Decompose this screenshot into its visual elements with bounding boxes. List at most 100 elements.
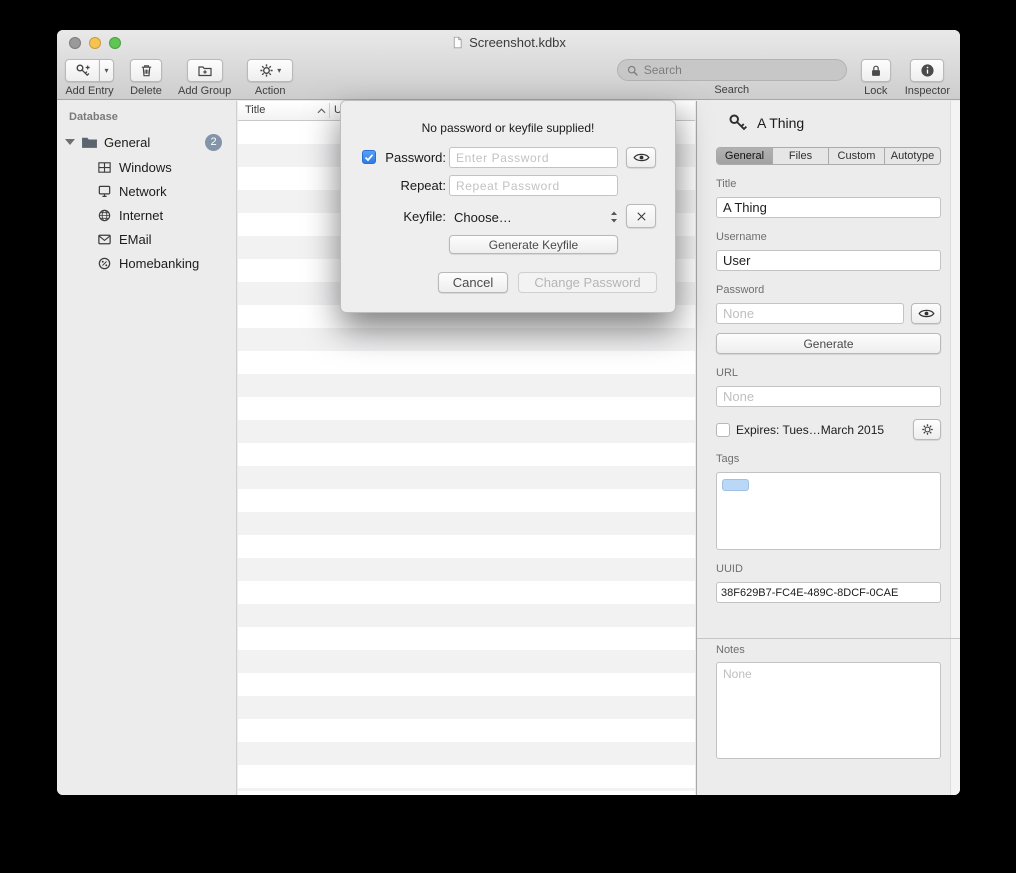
repeat-password-input[interactable] xyxy=(449,175,618,196)
uuid-label: UUID xyxy=(716,563,941,575)
window-title: Screenshot.kdbx xyxy=(57,35,960,50)
clear-keyfile-button[interactable] xyxy=(626,204,656,228)
inspector-label: Inspector xyxy=(905,85,950,97)
url-field-label: URL xyxy=(716,367,941,379)
username-field[interactable] xyxy=(716,250,941,271)
sidebar-item-email[interactable]: EMail xyxy=(57,227,236,251)
keyfile-popup[interactable]: Choose… xyxy=(449,206,618,228)
tags-label: Tags xyxy=(716,453,941,465)
expires-settings-button[interactable] xyxy=(913,419,941,440)
search-toolbar-item: Search xyxy=(617,59,847,97)
uuid-field[interactable] xyxy=(716,582,941,603)
folder-plus-icon xyxy=(197,63,213,79)
username-field-label: Username xyxy=(716,231,941,243)
add-group-button[interactable] xyxy=(187,59,223,82)
tab-files[interactable]: Files xyxy=(772,148,828,164)
change-password-dialog: No password or keyfile supplied! Passwor… xyxy=(340,100,676,313)
inspector-toolbar-item: Inspector xyxy=(905,59,950,97)
tab-general[interactable]: General xyxy=(717,148,772,164)
sidebar-section-header: Database xyxy=(57,101,236,129)
gear-icon xyxy=(259,63,274,78)
window-header: Screenshot.kdbx ▾ xyxy=(57,30,960,100)
expires-checkbox[interactable] xyxy=(716,423,730,437)
generate-password-button[interactable]: Generate xyxy=(716,333,941,354)
notes-section: Notes xyxy=(716,644,941,764)
tab-autotype[interactable]: Autotype xyxy=(884,148,940,164)
search-field[interactable] xyxy=(617,59,847,81)
info-icon xyxy=(920,63,935,78)
sidebar-item-internet[interactable]: Internet xyxy=(57,203,236,227)
title-field[interactable] xyxy=(716,197,941,218)
sidebar: Database General 2 Windows xyxy=(57,101,237,795)
repeat-label: Repeat: xyxy=(379,178,446,193)
add-group-label: Add Group xyxy=(178,85,231,97)
expires-row: Expires: Tues…March 2015 xyxy=(716,419,941,440)
lock-label: Lock xyxy=(864,85,887,97)
inspector-scrollbar[interactable] xyxy=(950,101,960,795)
search-label: Search xyxy=(714,84,749,96)
add-entry-dropdown-button[interactable]: ▾ xyxy=(99,59,114,82)
key-icon xyxy=(728,113,748,133)
popup-stepper-icon xyxy=(610,210,618,224)
tag-chip[interactable] xyxy=(722,479,749,491)
sidebar-item-homebanking[interactable]: Homebanking xyxy=(57,251,236,275)
delete-label: Delete xyxy=(130,85,162,97)
key-plus-icon xyxy=(75,63,91,79)
keyfile-popup-value: Choose… xyxy=(454,210,610,225)
inspector-tabs: General Files Custom Autotype xyxy=(716,147,941,165)
network-icon xyxy=(97,184,112,199)
sidebar-item-label: Homebanking xyxy=(119,256,199,271)
toolbar: ▾ Add Entry Delete xyxy=(57,56,960,100)
expires-label: Expires: Tues…March 2015 xyxy=(736,423,907,437)
reveal-password-button[interactable] xyxy=(911,303,941,324)
generate-keyfile-label: Generate Keyfile xyxy=(489,238,578,252)
password-label: Password: xyxy=(379,150,446,165)
sort-ascending-icon xyxy=(317,108,326,114)
sidebar-item-label: Network xyxy=(119,184,167,199)
password-field[interactable] xyxy=(716,303,904,324)
lock-button[interactable] xyxy=(861,59,891,82)
window-title-text: Screenshot.kdbx xyxy=(469,35,566,50)
cancel-button-label: Cancel xyxy=(453,275,493,290)
column-divider[interactable] xyxy=(329,103,330,118)
action-label: Action xyxy=(255,85,286,97)
delete-button[interactable] xyxy=(130,59,162,82)
app-window: Screenshot.kdbx ▾ xyxy=(57,30,960,795)
homebanking-icon xyxy=(97,256,112,271)
cancel-button[interactable]: Cancel xyxy=(438,272,508,293)
reveal-password-button[interactable] xyxy=(626,147,656,168)
search-input[interactable] xyxy=(644,63,838,77)
add-group-toolbar-item: Add Group xyxy=(178,59,231,97)
tags-field[interactable] xyxy=(716,472,941,550)
action-toolbar-item: ▾ Action xyxy=(247,59,293,97)
add-entry-toolbar-item: ▾ Add Entry xyxy=(65,59,114,97)
sidebar-item-label: Windows xyxy=(119,160,172,175)
generate-keyfile-button[interactable]: Generate Keyfile xyxy=(449,235,618,254)
sidebar-group-general[interactable]: General 2 xyxy=(57,129,236,155)
password-input[interactable] xyxy=(449,147,618,168)
password-field-label: Password xyxy=(716,284,941,296)
sidebar-item-windows[interactable]: Windows xyxy=(57,155,236,179)
document-icon xyxy=(451,36,464,49)
password-checkbox[interactable] xyxy=(362,150,376,164)
url-field[interactable] xyxy=(716,386,941,407)
sidebar-item-network[interactable]: Network xyxy=(57,179,236,203)
change-password-button-label: Change Password xyxy=(534,275,640,290)
action-button[interactable]: ▾ xyxy=(247,59,293,82)
entry-title: A Thing xyxy=(757,115,804,131)
add-entry-button[interactable] xyxy=(65,59,99,82)
inspector-content: A Thing General Files Custom Autotype Ti… xyxy=(716,101,941,603)
notes-field[interactable] xyxy=(716,662,941,759)
tab-custom[interactable]: Custom xyxy=(828,148,884,164)
gear-icon xyxy=(921,423,934,436)
inspector-button[interactable] xyxy=(910,59,944,82)
keyfile-label: Keyfile: xyxy=(379,209,446,224)
eye-icon xyxy=(918,308,935,319)
titlebar[interactable]: Screenshot.kdbx xyxy=(57,30,960,56)
dialog-message: No password or keyfile supplied! xyxy=(341,121,675,135)
column-header-title[interactable]: Title xyxy=(245,104,265,116)
entry-count-badge: 2 xyxy=(205,134,222,151)
change-password-button[interactable]: Change Password xyxy=(518,272,657,293)
chevron-down-icon: ▾ xyxy=(277,66,281,75)
disclosure-triangle-icon[interactable] xyxy=(65,139,75,145)
